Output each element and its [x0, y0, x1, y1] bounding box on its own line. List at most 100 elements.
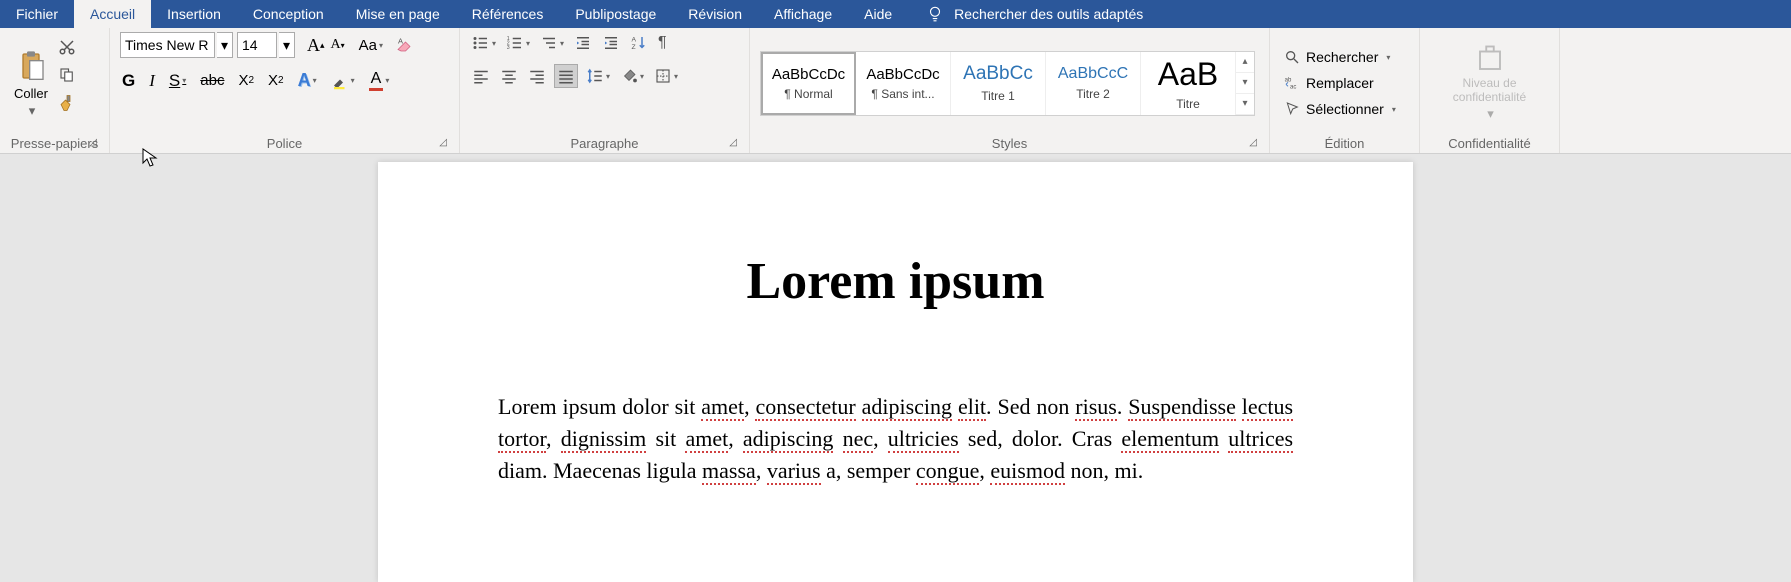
style-no-spacing[interactable]: AaBbCcDc¶ Sans int... — [856, 52, 951, 115]
font-size-dropdown[interactable]: ▾ — [279, 32, 295, 58]
multilevel-list-icon — [540, 34, 558, 52]
group-label-clipboard: Presse-papiers◿ — [10, 134, 99, 151]
sort-icon: AZ — [630, 34, 648, 52]
menu-insertion[interactable]: Insertion — [151, 0, 237, 28]
sort-button[interactable]: AZ — [628, 32, 650, 54]
group-editing: Rechercher▾ abac Remplacer Sélectionner▾… — [1270, 28, 1420, 153]
styles-scroll-down[interactable]: ▾ — [1236, 73, 1254, 94]
line-spacing-button[interactable]: ▾ — [584, 65, 612, 87]
font-color-button[interactable]: A▾ — [367, 68, 392, 93]
font-size-combo[interactable] — [237, 32, 277, 58]
grow-font-button[interactable]: A▴ — [305, 33, 327, 58]
document-title[interactable]: Lorem ipsum — [498, 252, 1293, 311]
paintbrush-icon — [58, 94, 76, 112]
decrease-indent-button[interactable] — [572, 32, 594, 54]
styles-scroll-up[interactable]: ▴ — [1236, 52, 1254, 73]
borders-button[interactable]: ▾ — [652, 65, 680, 87]
numbering-button[interactable]: 123▾ — [504, 32, 532, 54]
style-normal[interactable]: AaBbCcDc¶ Normal — [761, 52, 856, 115]
replace-button[interactable]: abac Remplacer — [1280, 73, 1409, 93]
svg-text:ac: ac — [1290, 84, 1296, 90]
change-case-button[interactable]: Aa▾ — [357, 35, 385, 56]
multilevel-list-button[interactable]: ▾ — [538, 32, 566, 54]
eraser-icon: A — [395, 36, 413, 54]
subscript-button[interactable]: X2 — [236, 70, 256, 91]
increase-indent-button[interactable] — [600, 32, 622, 54]
line-spacing-icon — [586, 67, 604, 85]
superscript-button[interactable]: X2 — [266, 70, 286, 91]
chevron-down-icon: ▾ — [29, 103, 36, 119]
select-button[interactable]: Sélectionner▾ — [1280, 99, 1409, 119]
align-center-button[interactable] — [498, 65, 520, 87]
group-clipboard: Coller ▾ Presse-papiers◿ — [0, 28, 110, 153]
svg-text:A: A — [398, 37, 403, 46]
svg-text:ab: ab — [1285, 78, 1292, 84]
find-button[interactable]: Rechercher▾ — [1280, 47, 1409, 67]
paint-bucket-icon — [620, 67, 638, 85]
paste-button[interactable]: Coller ▾ — [10, 32, 52, 134]
format-painter-button[interactable] — [56, 92, 78, 114]
menu-affichage[interactable]: Affichage — [758, 0, 848, 28]
border-icon — [654, 67, 672, 85]
scissors-icon — [58, 38, 76, 56]
lightbulb-icon — [926, 5, 944, 23]
clear-formatting-button[interactable]: A — [393, 34, 415, 56]
menu-publipostage[interactable]: Publipostage — [559, 0, 672, 28]
cut-button[interactable] — [56, 36, 78, 58]
outdent-icon — [574, 34, 592, 52]
menu-aide[interactable]: Aide — [848, 0, 908, 28]
tell-me-label: Rechercher des outils adaptés — [954, 6, 1143, 22]
styles-launcher[interactable]: ◿ — [1247, 136, 1259, 149]
menu-fichier[interactable]: Fichier — [0, 0, 74, 28]
font-name-dropdown[interactable]: ▾ — [217, 32, 233, 58]
show-marks-button[interactable]: ¶ — [656, 32, 669, 54]
style-heading2[interactable]: AaBbCcCTitre 2 — [1046, 52, 1141, 115]
styles-gallery: AaBbCcDc¶ Normal AaBbCcDc¶ Sans int... A… — [760, 51, 1255, 116]
clipboard-launcher[interactable]: ◿ — [87, 136, 99, 149]
justify-button[interactable] — [554, 64, 578, 88]
strikethrough-button[interactable]: abc — [198, 70, 226, 91]
align-right-icon — [528, 67, 546, 85]
font-launcher[interactable]: ◿ — [437, 136, 449, 149]
document-canvas[interactable]: Lorem ipsum Lorem ipsum dolor sit amet, … — [0, 154, 1791, 582]
align-left-button[interactable] — [470, 65, 492, 87]
menu-conception[interactable]: Conception — [237, 0, 340, 28]
styles-expand[interactable]: ▾ — [1236, 94, 1254, 115]
menu-accueil[interactable]: Accueil — [74, 0, 151, 28]
shading-button[interactable]: ▾ — [618, 65, 646, 87]
italic-button[interactable]: I — [147, 69, 157, 93]
replace-icon: abac — [1284, 75, 1300, 91]
align-right-button[interactable] — [526, 65, 548, 87]
highlighter-icon — [331, 72, 349, 90]
bullet-list-icon — [472, 34, 490, 52]
indent-icon — [602, 34, 620, 52]
paragraph-launcher[interactable]: ◿ — [727, 136, 739, 149]
group-label-sensitivity: Confidentialité — [1430, 134, 1549, 151]
highlight-button[interactable]: ▾ — [329, 70, 357, 92]
svg-text:Z: Z — [632, 44, 636, 51]
bold-button[interactable]: G — [120, 69, 137, 93]
numbered-list-icon: 123 — [506, 34, 524, 52]
underline-button[interactable]: S▾ — [167, 69, 188, 93]
mouse-cursor-icon — [142, 148, 158, 168]
bullets-button[interactable]: ▾ — [470, 32, 498, 54]
page[interactable]: Lorem ipsum Lorem ipsum dolor sit amet, … — [378, 162, 1413, 582]
style-title[interactable]: AaBTitre — [1141, 52, 1236, 115]
justify-icon — [557, 67, 575, 85]
menu-revision[interactable]: Révision — [672, 0, 758, 28]
shrink-font-button[interactable]: A▾ — [329, 35, 347, 55]
tell-me-search[interactable]: Rechercher des outils adaptés — [908, 5, 1143, 23]
ribbon: Coller ▾ Presse-papiers◿ ▾ ▾ A▴ A▾ Aa▾ A — [0, 28, 1791, 154]
menu-references[interactable]: Références — [456, 0, 560, 28]
text-effects-button[interactable]: A▾ — [296, 68, 319, 93]
group-label-font: Police◿ — [120, 134, 449, 151]
document-paragraph[interactable]: Lorem ipsum dolor sit amet, consectetur … — [498, 391, 1293, 487]
group-label-editing: Édition — [1280, 134, 1409, 151]
font-name-combo[interactable] — [120, 32, 215, 58]
sensitivity-button[interactable]: Niveau de confidentialité ▾ — [1430, 32, 1549, 134]
copy-button[interactable] — [56, 64, 78, 86]
style-heading1[interactable]: AaBbCcTitre 1 — [951, 52, 1046, 115]
menu-mise-en-page[interactable]: Mise en page — [340, 0, 456, 28]
clipboard-icon — [15, 48, 47, 84]
align-center-icon — [500, 67, 518, 85]
